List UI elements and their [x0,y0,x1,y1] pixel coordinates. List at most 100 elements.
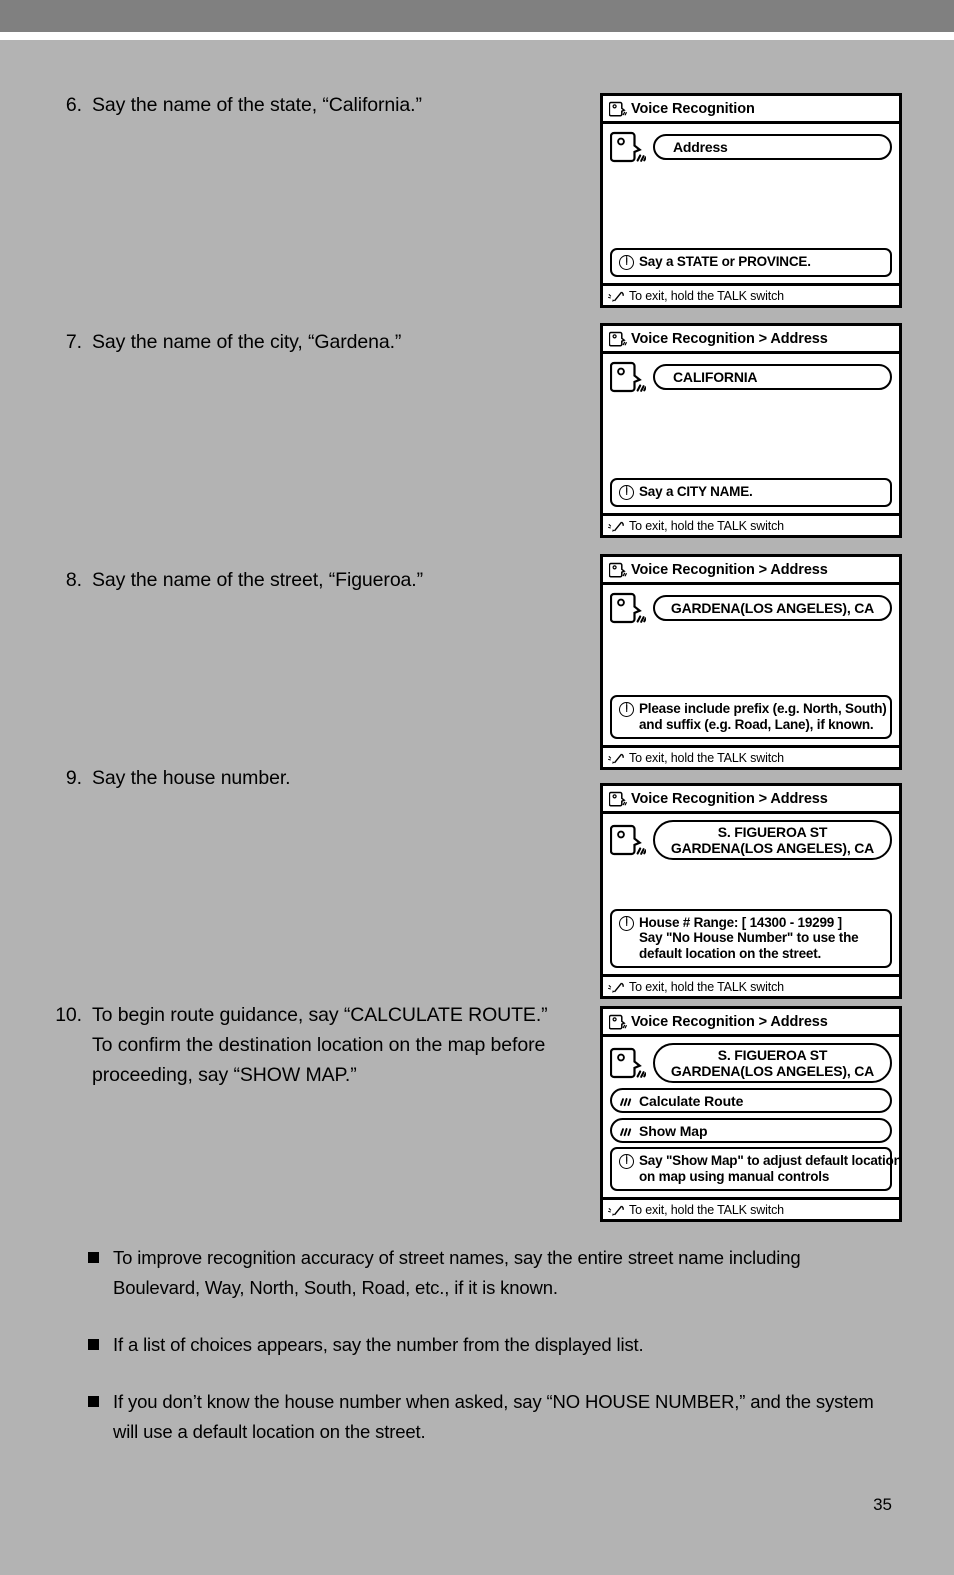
info-icon [619,915,634,931]
nav-screen-route-options: Voice Recognition > Address S. FIGUEROA … [600,1006,902,1222]
speaking-head-icon [609,360,647,394]
hint-text: Say "Show Map" to adjust default locatio… [639,1153,902,1184]
step-9-text: Say the house number. [92,767,291,789]
info-icon [619,485,634,500]
screen-title-text: Voice Recognition > Address [631,1013,828,1030]
step-6-text: Say the name of the state, “California.” [92,94,422,116]
talk-switch-icon [608,289,625,303]
speaking-head-icon [609,823,647,857]
screen-title-text: Voice Recognition [631,100,755,117]
screen-footer: To exit, hold the TALK switch [603,1197,899,1219]
hint-line: Say a STATE or PROVINCE. [639,254,811,269]
recognized-value-row: GARDENA(LOS ANGELES), CA [609,591,892,625]
hint-line: on map using manual controls [639,1168,830,1184]
recognized-value-row: Address [609,130,892,164]
hint-box: Say a CITY NAME. [610,478,892,507]
recognized-value-pill[interactable]: S. FIGUEROA ST GARDENA(LOS ANGELES), CA [653,820,892,860]
hint-line: and suffix (e.g. Road, Lane), if known. [639,716,874,732]
screen-footer-text: To exit, hold the TALK switch [629,1202,784,1217]
page-header-bar [0,0,954,32]
hint-line: House # Range: [ 14300 - 19299 ] [639,914,842,930]
note-item: If a list of choices appears, say the nu… [88,1330,878,1360]
command-calculate-route[interactable]: Calculate Route [610,1088,892,1113]
step-8-text: Say the name of the street, “Figueroa.” [92,569,424,591]
command-label: Calculate Route [639,1092,744,1109]
step-6-number: 6. [65,94,82,116]
voice-wave-icon [619,1095,633,1107]
speaking-head-icon [608,330,627,347]
manual-page: 6. Say the name of the state, “Californi… [0,0,954,1575]
recognized-value-pill[interactable]: S. FIGUEROA ST GARDENA(LOS ANGELES), CA [653,1043,892,1083]
recognized-value-line: S. FIGUEROA ST [717,824,828,840]
screen-footer: To exit, hold the TALK switch [603,974,899,996]
screen-title-bar: Voice Recognition > Address [603,557,899,585]
hint-line: Say "Show Map" to adjust default locatio… [639,1153,902,1168]
recognized-value-line: GARDENA(LOS ANGELES), CA [670,1063,875,1079]
step-10: 10. To begin route guidance, say “CALCUL… [48,1000,568,1090]
note-item: To improve recognition accuracy of stree… [88,1243,878,1303]
screen-title-text: Voice Recognition > Address [631,330,828,347]
speaking-head-icon [609,1046,647,1080]
hint-text: Say a CITY NAME. [639,484,753,500]
notes-list: To improve recognition accuracy of stree… [88,1243,878,1474]
recognized-value-line: CALIFORNIA [673,369,758,385]
speaking-head-icon [609,591,647,625]
square-bullet-icon [88,1252,99,1263]
screen-title-bar: Voice Recognition [603,96,899,124]
step-7-text: Say the name of the city, “Gardena.” [92,331,402,353]
recognized-value-pill[interactable]: GARDENA(LOS ANGELES), CA [653,595,892,621]
square-bullet-icon [88,1339,99,1350]
talk-switch-icon [608,980,625,994]
screen-footer-text: To exit, hold the TALK switch [629,518,784,533]
screen-footer-text: To exit, hold the TALK switch [629,750,784,765]
page-number: 35 [873,1495,892,1514]
hint-line: default location on the street. [639,945,822,961]
screen-body: Address Say a STATE or PROVINCE. [603,124,899,283]
note-item: If you don’t know the house number when … [88,1387,878,1447]
screen-footer: To exit, hold the TALK switch [603,283,899,305]
screen-title-text: Voice Recognition > Address [631,790,828,807]
note-text: If you don’t know the house number when … [113,1391,874,1442]
step-7-number: 7. [65,331,82,353]
screen-title-bar: Voice Recognition > Address [603,1009,899,1037]
step-10-text: To begin route guidance, say “CALCULATE … [92,1004,548,1086]
recognized-value-line: GARDENA(LOS ANGELES), CA [670,840,875,856]
hint-line: Say a CITY NAME. [639,484,753,499]
info-icon [619,1154,634,1169]
command-show-map[interactable]: Show Map [610,1118,892,1143]
recognized-value-row: S. FIGUEROA ST GARDENA(LOS ANGELES), CA [609,1043,892,1083]
speaking-head-icon [608,561,627,578]
hint-box: Please include prefix (e.g. North, South… [610,695,892,739]
screen-footer-text: To exit, hold the TALK switch [629,979,784,994]
nav-screen-city: Voice Recognition > Address CALIFORNIA S… [600,323,902,538]
speaking-head-icon [609,130,647,164]
recognized-value-pill[interactable]: Address [653,134,892,160]
recognized-value-pill[interactable]: CALIFORNIA [653,364,892,390]
screen-title-bar: Voice Recognition > Address [603,326,899,354]
info-icon [619,255,634,270]
talk-switch-icon [608,1203,625,1217]
recognized-value-row: S. FIGUEROA ST GARDENA(LOS ANGELES), CA [609,820,892,860]
nav-screen-state: Voice Recognition Address Say a STATE or… [600,93,902,308]
speaking-head-icon [608,100,627,117]
hint-box: House # Range: [ 14300 - 19299 ] Say "No… [610,908,892,968]
screen-footer-text: To exit, hold the TALK switch [629,288,784,303]
hint-text: House # Range: [ 14300 - 19299 ] Say "No… [639,914,859,962]
screen-spacer [610,394,892,478]
page-header-divider [0,32,954,40]
hint-line: Please include prefix (e.g. North, South… [639,701,887,716]
screen-footer: To exit, hold the TALK switch [603,745,899,767]
screen-body: CALIFORNIA Say a CITY NAME. [603,354,899,513]
step-8: 8. Say the name of the street, “Figueroa… [56,565,556,595]
step-9: 9. Say the house number. [56,763,556,793]
step-8-number: 8. [65,569,82,591]
screen-spacer [610,164,892,248]
recognized-value-line: GARDENA(LOS ANGELES), CA [670,600,875,616]
speaking-head-icon [608,1013,627,1030]
note-text: If a list of choices appears, say the nu… [113,1334,644,1355]
recognized-value-line: S. FIGUEROA ST [717,1047,828,1063]
screen-spacer [610,860,892,909]
step-6: 6. Say the name of the state, “Californi… [56,90,556,120]
step-9-number: 9. [65,767,82,789]
step-10-number: 10. [55,1004,82,1026]
